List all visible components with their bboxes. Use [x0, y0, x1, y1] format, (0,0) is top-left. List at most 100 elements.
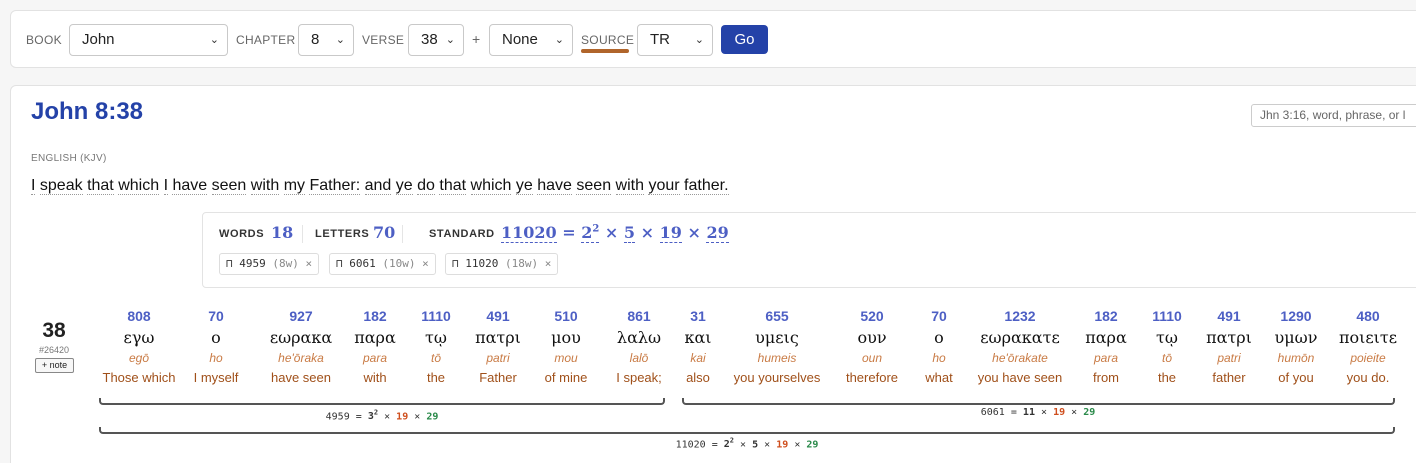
english-word[interactable]: father. — [684, 177, 729, 195]
factor: 29 — [1083, 407, 1096, 418]
verse-id: #26420 — [38, 345, 70, 355]
factor: 11 — [1022, 407, 1035, 418]
stats-box: WORDS 18 LETTERS 70 STANDARD 11020 = 22 … — [202, 212, 1416, 288]
english-word[interactable]: ye — [395, 177, 413, 195]
factor: 29 — [806, 439, 819, 451]
factor: 19 — [776, 439, 789, 451]
english-word[interactable]: your — [648, 177, 680, 195]
english-word[interactable]: speak — [39, 177, 83, 195]
word-column[interactable]: 480 ποιειτε poieite you do. — [1308, 306, 1416, 387]
factor-base: 2 — [581, 223, 593, 242]
equals-sign: = — [1010, 407, 1017, 418]
selection-chip[interactable]: ⊓ 4959 (8w) × — [219, 253, 320, 275]
bracket-label: 11020 = 22 × 5 × 19 × 29 — [676, 437, 819, 450]
selection-chip[interactable]: ⊓ 6061 (10w) × — [329, 253, 436, 275]
verse-label: VERSE — [362, 33, 405, 47]
times-sign: × — [414, 411, 421, 423]
selection-bracket[interactable] — [682, 398, 1395, 405]
times-sign: × — [1071, 407, 1078, 418]
english-word[interactable]: seen — [576, 177, 612, 195]
factor: 32 — [368, 409, 379, 422]
factor-exponent: 2 — [592, 223, 600, 235]
english-gloss: you do. — [1346, 370, 1390, 385]
go-button[interactable]: Go — [721, 25, 768, 54]
english-word[interactable]: that — [439, 177, 467, 195]
chip-word-count: (18w) — [505, 257, 539, 270]
close-icon[interactable]: × — [306, 257, 313, 270]
verse-panel: John 8:38 Jhn 3:16, word, phrase, or l E… — [10, 85, 1416, 463]
english-word[interactable]: ye — [515, 177, 533, 195]
selection-bracket[interactable] — [99, 398, 665, 405]
english-word[interactable]: my — [283, 177, 306, 195]
equals-sign: = — [562, 223, 576, 242]
english-word[interactable]: with — [615, 177, 644, 195]
english-word[interactable]: do — [417, 177, 435, 195]
english-word[interactable]: with — [250, 177, 280, 195]
bracket-label: 6061 = 11 × 19 × 29 — [981, 407, 1096, 418]
range-end-select[interactable]: None ⌄ — [489, 24, 573, 56]
source-select-value: TR — [650, 31, 670, 48]
english-word[interactable]: seen — [211, 177, 247, 195]
factor[interactable]: 29 — [706, 223, 729, 243]
times-sign: × — [640, 223, 655, 242]
english-word[interactable]: which — [470, 177, 512, 195]
standard-factorization: 11020 = 22 × 5 × 19 × 29 — [501, 223, 729, 243]
close-icon[interactable]: × — [422, 257, 429, 270]
times-sign: × — [604, 223, 619, 242]
selection-chip[interactable]: ⊓ 11020 (18w) × — [445, 253, 559, 275]
add-note-button[interactable]: + note — [35, 358, 74, 373]
chapter-select-value: 8 — [311, 31, 320, 48]
english-word[interactable]: Father: — [309, 177, 361, 195]
letters-label: LETTERS — [315, 228, 370, 240]
chevron-down-icon: ⌄ — [694, 34, 704, 46]
english-word[interactable]: I — [31, 177, 36, 195]
bracket-icon: ⊓ — [226, 257, 233, 270]
factor: 5 — [752, 439, 759, 451]
times-sign: × — [740, 439, 747, 451]
english-word[interactable]: have — [172, 177, 208, 195]
factor: 19 — [1053, 407, 1066, 418]
standard-label: STANDARD — [429, 228, 495, 240]
times-sign: × — [794, 439, 801, 451]
factor: 29 — [426, 411, 439, 423]
equals-sign: = — [711, 439, 718, 451]
chapter-select[interactable]: 8 ⌄ — [298, 24, 354, 56]
book-select[interactable]: John ⌄ — [69, 24, 228, 56]
english-word[interactable]: which — [118, 177, 160, 195]
times-sign: × — [764, 439, 771, 451]
source-select[interactable]: TR ⌄ — [637, 24, 713, 56]
verse-select-value: 38 — [421, 31, 438, 48]
factor: 19 — [396, 411, 409, 423]
source-label: SOURCE — [581, 33, 635, 47]
chip-word-count: (8w) — [272, 257, 299, 270]
factor: 22 — [724, 437, 734, 450]
english-word[interactable]: and — [364, 177, 392, 195]
chevron-down-icon: ⌄ — [335, 34, 345, 46]
stats-divider — [302, 225, 303, 243]
factor-exponent: 2 — [373, 409, 379, 417]
close-icon[interactable]: × — [545, 257, 552, 270]
english-word[interactable]: that — [87, 177, 114, 195]
chip-value: 11020 — [465, 257, 499, 270]
standard-value[interactable]: 11020 — [501, 223, 557, 243]
chevron-down-icon: ⌄ — [554, 34, 564, 46]
source-underline — [581, 49, 629, 53]
verse-number: 38 — [42, 319, 66, 342]
english-word[interactable]: have — [537, 177, 572, 195]
factor[interactable]: 22 — [581, 223, 600, 243]
selection-bracket[interactable] — [99, 427, 1395, 434]
stats-divider — [402, 225, 403, 243]
factor[interactable]: 19 — [659, 223, 682, 243]
bracket-value: 6061 — [980, 407, 1005, 418]
english-verse-text: I speak that which I have seen with my F… — [31, 177, 729, 195]
page-title: John 8:38 — [31, 98, 144, 125]
verse-select[interactable]: 38 ⌄ — [408, 24, 464, 56]
chip-value: 6061 — [349, 257, 376, 270]
chip-value: 4959 — [239, 257, 266, 270]
search-input[interactable]: Jhn 3:16, word, phrase, or l — [1251, 104, 1416, 127]
factor[interactable]: 5 — [623, 223, 636, 243]
bracket-label: 4959 = 32 × 19 × 29 — [326, 409, 439, 422]
words-label: WORDS — [219, 228, 265, 240]
times-sign: × — [384, 411, 391, 423]
english-word[interactable]: I — [163, 177, 169, 195]
